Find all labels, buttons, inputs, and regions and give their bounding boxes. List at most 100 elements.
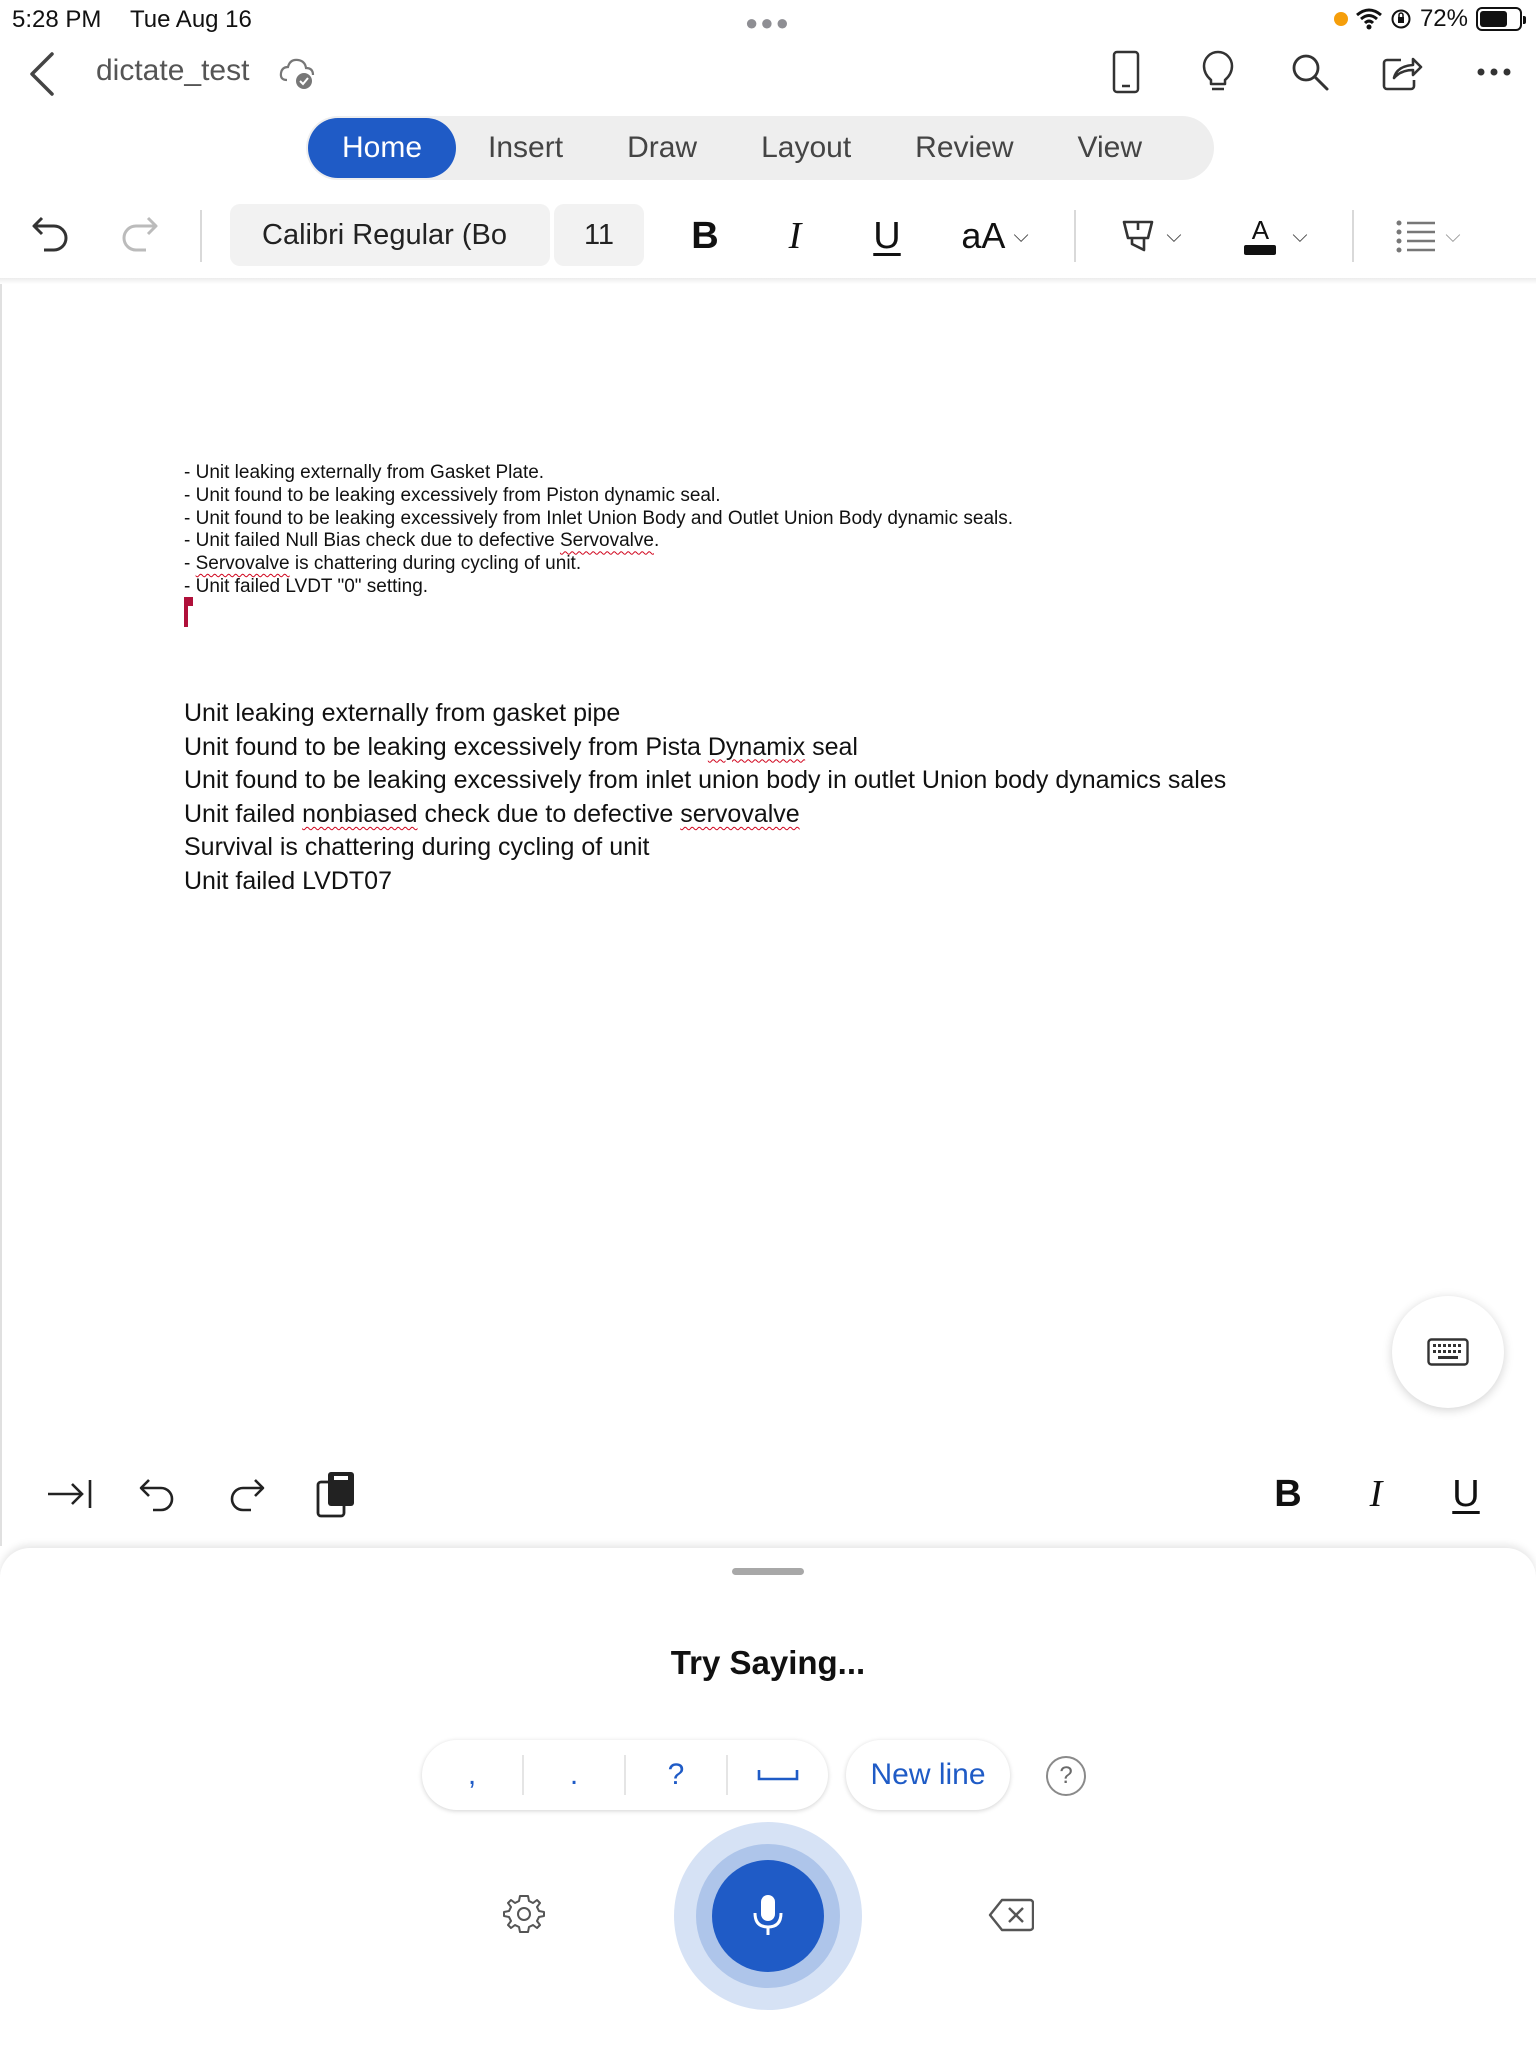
doc-line: Unit found to be leaking excessively fro… [184,732,858,761]
tab-home[interactable]: Home [308,118,457,178]
clipboard-icon [316,1472,354,1518]
toolbar-divider [200,210,202,262]
clipboard-button[interactable] [308,1466,364,1522]
undo-button[interactable] [130,1466,186,1522]
keyboard-icon [1427,1338,1469,1366]
question-mark-button[interactable]: ? [626,1755,728,1795]
help-button[interactable]: ? [1046,1756,1086,1796]
mic-core [712,1860,824,1972]
show-keyboard-button[interactable] [1392,1296,1504,1408]
space-button[interactable] [728,1755,828,1795]
share-button[interactable] [1378,48,1426,96]
misspelled-word[interactable]: Servovalve [560,530,654,551]
title-bar: dictate_test [0,44,1536,104]
bullet-list-button[interactable]: ⌵ [1388,208,1468,264]
font-case-button[interactable]: aA ⌵ [950,206,1040,266]
italic-label: I [788,215,802,257]
undo-icon [139,1479,174,1512]
doc-line: Survival is chattering during cycling of… [184,833,650,862]
italic-button[interactable]: I [770,206,820,266]
punctuation-buttons: , . ? [422,1740,828,1810]
more-options-button[interactable] [1470,48,1518,96]
ideas-button[interactable] [1194,48,1242,96]
period-button[interactable]: . [524,1755,626,1795]
multitasking-dots-icon[interactable]: ●●● [745,10,791,36]
more-horizontal-icon [1477,68,1511,76]
status-date: Tue Aug 16 [130,6,252,33]
doc-line: - Servovalve is chattering during cyclin… [184,553,582,575]
tab-review[interactable]: Review [883,118,1045,178]
search-icon [1292,54,1329,91]
mic-in-use-indicator-icon [1333,12,1348,26]
undo-icon [32,216,68,252]
doc-line: - Unit failed Null Bias check due to def… [184,530,660,552]
indent-button[interactable] [42,1466,98,1522]
ribbon-tabs: Home Insert Draw Layout Review View [306,116,1214,180]
doc-line: - Unit found to be leaking excessively f… [184,484,721,506]
bold-label: B [1274,1472,1302,1515]
font-size-picker[interactable]: 11 [554,204,644,266]
document-title[interactable]: dictate_test [96,54,249,88]
panel-grabber-handle[interactable] [732,1568,804,1575]
space-bar-icon [757,1770,799,1781]
redo-icon [122,216,158,252]
highlighter-icon [1123,220,1154,252]
misspelled-word[interactable]: Servovalve [196,553,290,574]
chevron-left-icon [30,52,54,96]
status-time: 5:28 PM [12,6,102,33]
underline-button[interactable]: U [1438,1466,1494,1522]
orientation-lock-icon [1391,9,1411,29]
chevron-down-icon: ⌵ [1445,224,1461,247]
doc-line: Unit failed LVDT07 [184,866,392,895]
doc-line: - Unit leaking externally from Gasket Pl… [184,462,545,483]
mobile-view-button[interactable] [1102,48,1150,96]
dictation-settings-button[interactable] [500,1890,548,1938]
status-indicators: 72% [1333,5,1526,33]
document-canvas[interactable]: - Unit leaking externally from Gasket Pl… [0,284,1536,1546]
underline-button[interactable]: U [862,206,912,266]
tab-insert[interactable]: Insert [456,118,595,178]
keyboard-accessory-bar: B I U [0,1466,1536,1526]
doc-line: - Unit found to be leaking excessively f… [184,507,1014,529]
text-cursor[interactable] [184,597,193,627]
doc-line: Unit found to be leaking excessively fro… [184,766,1227,795]
document-dictated-text: Unit leaking externally from gasket pipe… [184,697,1226,899]
bold-button[interactable]: B [1260,1466,1316,1522]
backspace-button[interactable] [988,1898,1035,1932]
back-button[interactable] [24,48,64,100]
redo-button[interactable] [112,208,168,264]
toolbar-divider [1074,210,1076,262]
dictation-panel: Try Saying... , . ? New line ? [0,1548,1536,2048]
backspace-icon [988,1898,1035,1932]
highlight-button[interactable]: ⌵ [1110,208,1190,264]
cloud-saved-icon[interactable] [278,54,316,92]
font-name-picker[interactable]: Calibri Regular (Bo [230,204,550,266]
doc-line: Unit leaking externally from gasket pipe [184,699,621,727]
toolbar-divider [1352,210,1354,262]
format-toolbar: Calibri Regular (Bo 11 B I U aA ⌵ ⌵ A ⌵ [0,200,1536,272]
misspelled-word[interactable]: nonbiased [302,800,417,828]
font-color-button[interactable]: A ⌵ [1236,208,1316,264]
comma-button[interactable]: , [422,1755,524,1795]
misspelled-word[interactable]: Dynamix [708,733,805,761]
font-case-label: aA [961,215,1006,256]
doc-line: Unit failed nonbiased check due to defec… [184,799,800,828]
underline-label: U [873,214,901,257]
status-bar: 5:28 PM Tue Aug 16 ●●● 72% [0,0,1536,40]
tab-indent-icon [48,1480,92,1508]
undo-button[interactable] [22,208,78,264]
underline-label: U [1452,1472,1480,1515]
search-button[interactable] [1286,48,1334,96]
tab-draw[interactable]: Draw [595,118,729,178]
phone-icon [1112,50,1140,94]
top-actions [1102,48,1518,96]
misspelled-word[interactable]: servovalve [680,800,800,828]
tab-view[interactable]: View [1046,118,1174,178]
redo-icon [230,1479,265,1512]
microphone-button[interactable] [674,1822,862,2010]
new-line-button[interactable]: New line [846,1740,1010,1810]
tab-layout[interactable]: Layout [729,118,883,178]
italic-button[interactable]: I [1348,1466,1404,1522]
redo-button[interactable] [218,1466,274,1522]
bold-button[interactable]: B [680,206,730,266]
